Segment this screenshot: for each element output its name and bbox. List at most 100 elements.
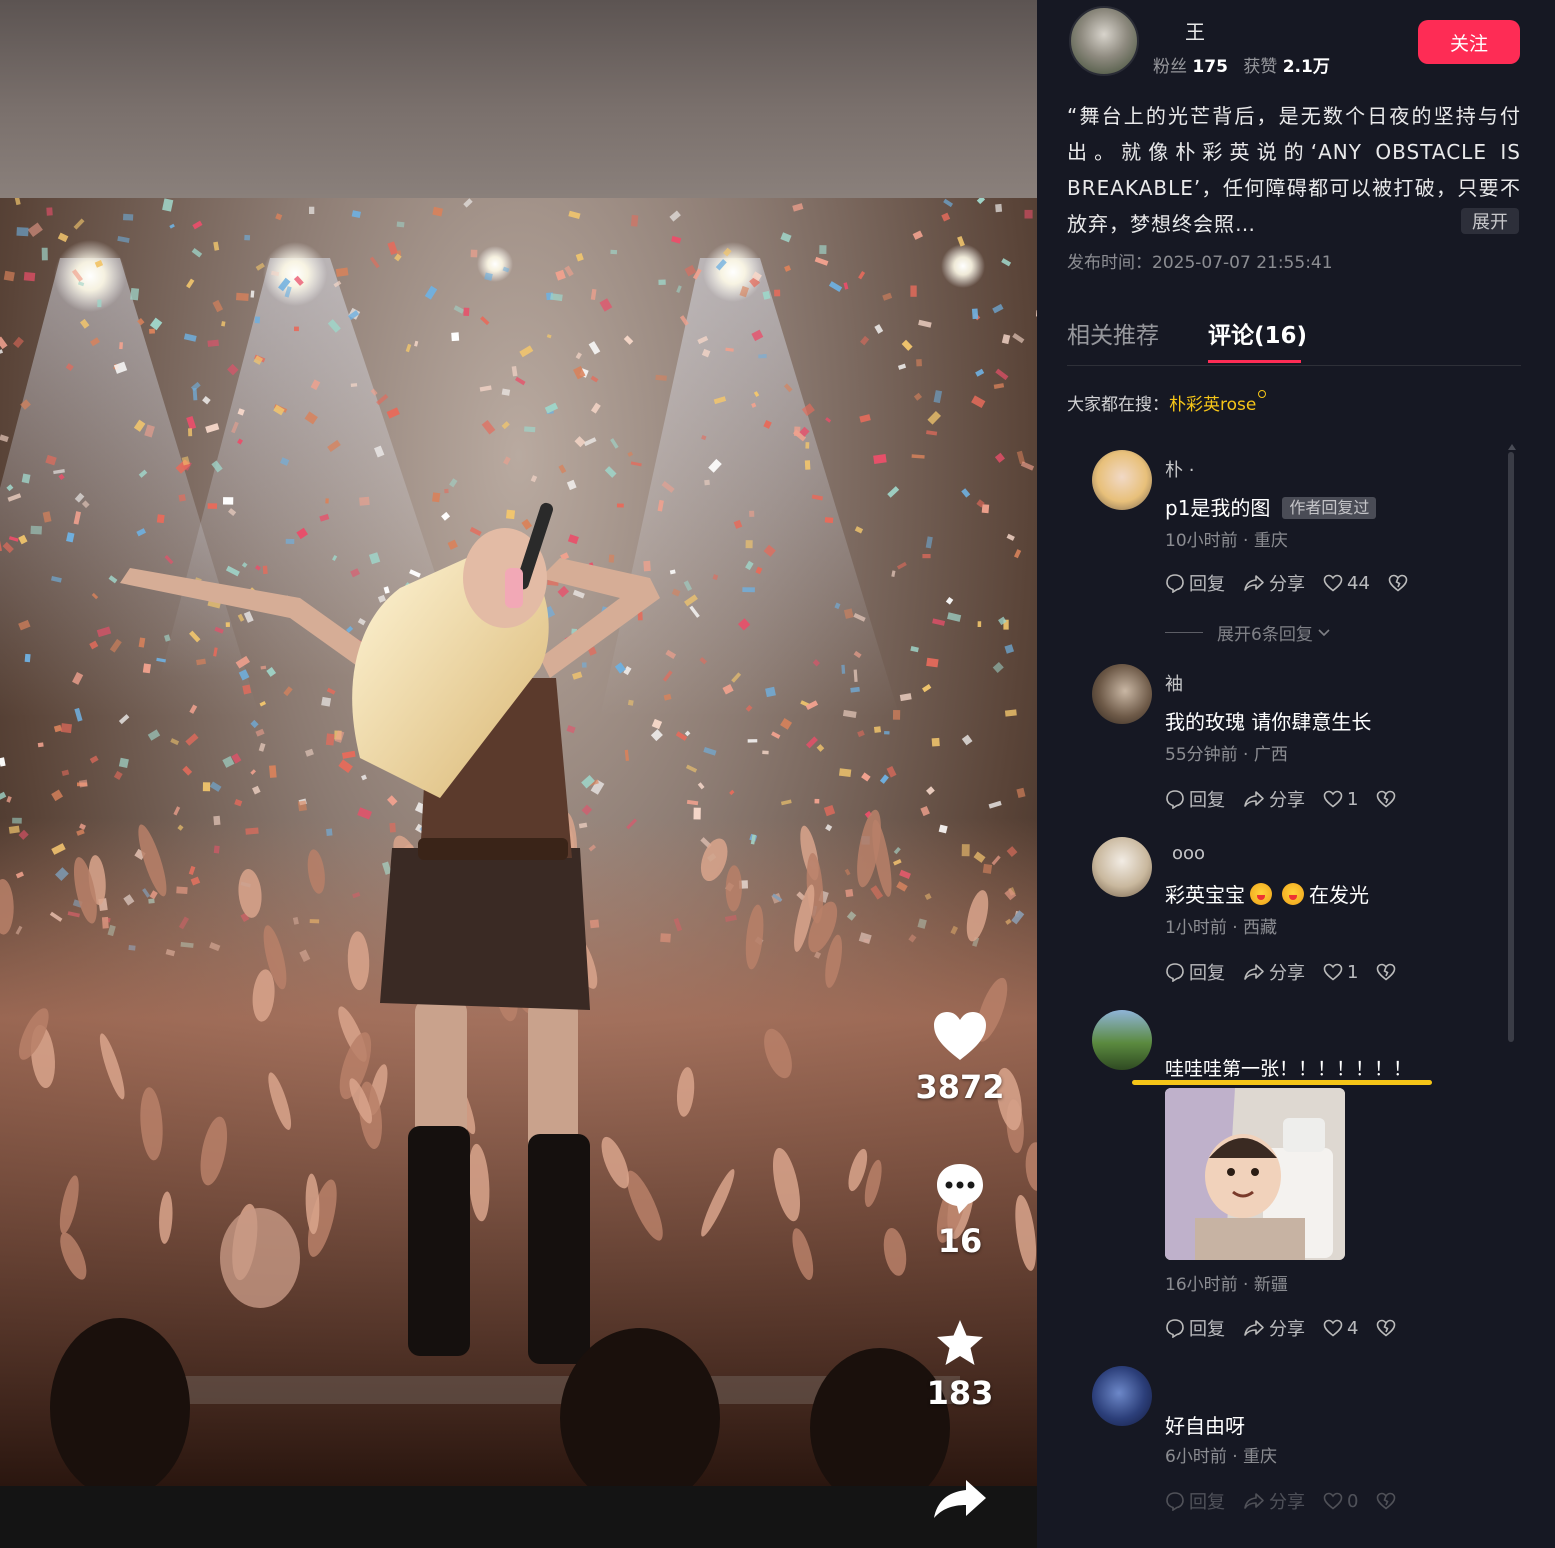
comment-text-after: 在发光	[1309, 883, 1369, 907]
dislike-button[interactable]	[1388, 574, 1412, 592]
comments-scrollbar[interactable]	[1508, 452, 1514, 1042]
heart-outline-icon	[1323, 1319, 1343, 1337]
comment-actions: 回复 分享 1	[1165, 786, 1418, 812]
comment-like-count: 4	[1347, 1317, 1359, 1339]
comment-like-button[interactable]: 1	[1323, 962, 1358, 983]
comment-avatar[interactable]	[1092, 664, 1152, 724]
video-bottom-fade	[0, 1486, 1037, 1548]
tab-related[interactable]: 相关推荐	[1067, 316, 1159, 350]
comment-actions: 回复 分享 4	[1165, 1315, 1418, 1341]
comment-avatar[interactable]	[1092, 1366, 1152, 1426]
share-label: 分享	[1269, 1492, 1305, 1513]
comment-like-button[interactable]: 4	[1323, 1318, 1358, 1339]
share-arrow-icon	[1244, 575, 1264, 591]
likes-count: 2.1万	[1282, 57, 1330, 77]
heart-outline-icon	[1323, 790, 1343, 808]
scroll-up-arrow[interactable]	[1508, 444, 1516, 450]
comment-meta: 10小时前 · 重庆	[1165, 531, 1288, 551]
tab-bar: 相关推荐 评论(16)	[1067, 316, 1521, 366]
comment-like-button[interactable]: 44	[1323, 573, 1370, 594]
dislike-button[interactable]	[1376, 1319, 1400, 1337]
comment-like-count: 0	[1347, 1490, 1359, 1512]
reply-icon	[1166, 963, 1184, 982]
video-player[interactable]: 3872 16 183	[0, 0, 1037, 1548]
share-comment-button[interactable]: 分享	[1243, 570, 1305, 596]
share-label: 分享	[1269, 963, 1305, 984]
spotlight	[477, 246, 513, 282]
comment-actions: 回复 分享 0	[1165, 1488, 1418, 1514]
reply-icon	[1166, 1492, 1184, 1511]
heart-outline-icon	[1323, 574, 1343, 592]
comment-avatar[interactable]	[1092, 837, 1152, 897]
follow-button[interactable]: 关注	[1418, 20, 1520, 64]
share-comment-button[interactable]: 分享	[1243, 1488, 1305, 1514]
tab-comments[interactable]: 评论(16)	[1208, 316, 1307, 350]
dislike-button[interactable]	[1376, 963, 1400, 981]
reply-icon	[1166, 574, 1184, 593]
comment-image[interactable]	[1165, 1088, 1345, 1260]
expand-description-button[interactable]: 展开	[1461, 208, 1519, 234]
reply-label: 回复	[1189, 1319, 1225, 1340]
share-arrow-icon	[1244, 1320, 1264, 1336]
reply-button[interactable]: 回复	[1165, 786, 1225, 812]
broken-heart-icon	[1377, 963, 1396, 981]
author-avatar[interactable]	[1069, 6, 1139, 76]
share-comment-button[interactable]: 分享	[1243, 959, 1305, 985]
comment-text: 彩英宝宝 在发光	[1165, 879, 1369, 908]
comment-text: 好自由呀	[1165, 1414, 1245, 1438]
chevron-down-icon	[1318, 628, 1330, 636]
reply-button[interactable]: 回复	[1165, 1488, 1225, 1514]
expand-replies-label: 展开6条回复	[1217, 625, 1313, 645]
favorite-button[interactable]: 183	[900, 1318, 1020, 1412]
dislike-button[interactable]	[1376, 1492, 1400, 1510]
comment-avatar[interactable]	[1092, 450, 1152, 510]
share-arrow-icon	[1244, 791, 1264, 807]
comment-like-button[interactable]: 0	[1323, 1491, 1358, 1512]
reply-button[interactable]: 回复	[1165, 959, 1225, 985]
side-panel: 王 粉丝 175 获赞 2.1万 关注 “舞台上的光芒背后，是无数个日夜的坚持与…	[1037, 0, 1555, 1548]
reply-label: 回复	[1189, 790, 1225, 811]
publish-time: 发布时间：2025-07-07 21:55:41	[1067, 253, 1333, 273]
comment-avatar[interactable]	[1092, 1010, 1152, 1070]
comment-actions: 回复 分享 44	[1165, 570, 1430, 596]
comment-actions: 回复 分享 1	[1165, 959, 1418, 985]
share-button[interactable]	[900, 1478, 1020, 1520]
comment-meta: 1小时前 · 西藏	[1165, 918, 1278, 938]
blush-emoji-icon	[1250, 883, 1272, 905]
heart-icon	[934, 1012, 986, 1060]
share-comment-button[interactable]: 分享	[1243, 786, 1305, 812]
broken-heart-icon	[1377, 790, 1396, 808]
app-root: 3872 16 183 王 粉丝 175 获赞 2.1万 关注 “舞台上的光芒背…	[0, 0, 1555, 1548]
comment-meta: 6小时前 · 重庆	[1165, 1447, 1278, 1467]
comment-button[interactable]: 16	[900, 1162, 1020, 1260]
comment-username[interactable]: 朴 ·	[1165, 456, 1194, 482]
favorite-count: 183	[926, 1374, 994, 1412]
concert-scene	[0, 198, 1037, 1486]
reply-label: 回复	[1189, 574, 1225, 595]
likes-label: 获赞	[1243, 57, 1278, 77]
author-stats: 粉丝 175 获赞 2.1万	[1153, 52, 1340, 77]
video-top-fade	[0, 0, 1037, 198]
spotlight	[703, 242, 763, 302]
share-label: 分享	[1269, 1319, 1305, 1340]
reply-button[interactable]: 回复	[1165, 1315, 1225, 1341]
author-name[interactable]: 王	[1185, 16, 1205, 45]
broken-heart-icon	[1377, 1319, 1396, 1337]
spotlight	[941, 244, 985, 288]
video-frame[interactable]	[0, 198, 1037, 1486]
expand-replies-button[interactable]: 展开6条回复	[1165, 620, 1331, 645]
search-hint: 大家都在搜：朴彩英rose	[1067, 390, 1267, 415]
dislike-button[interactable]	[1376, 790, 1400, 808]
like-button[interactable]: 3872	[900, 1010, 1020, 1106]
comment-text-before: 彩英宝宝	[1165, 883, 1245, 907]
comment-username[interactable]: 袖	[1165, 670, 1183, 696]
comment-like-button[interactable]: 1	[1323, 789, 1358, 810]
search-keyword-link[interactable]: 朴彩英rose	[1169, 395, 1256, 415]
star-icon	[937, 1320, 983, 1365]
share-comment-button[interactable]: 分享	[1243, 1315, 1305, 1341]
comment-text: 哇哇哇第一张！！！！！！！	[1165, 1058, 1413, 1080]
comment-username[interactable]: ooo	[1172, 843, 1205, 864]
divider	[1165, 632, 1203, 633]
comment-photo	[1165, 1088, 1345, 1260]
reply-button[interactable]: 回复	[1165, 570, 1225, 596]
